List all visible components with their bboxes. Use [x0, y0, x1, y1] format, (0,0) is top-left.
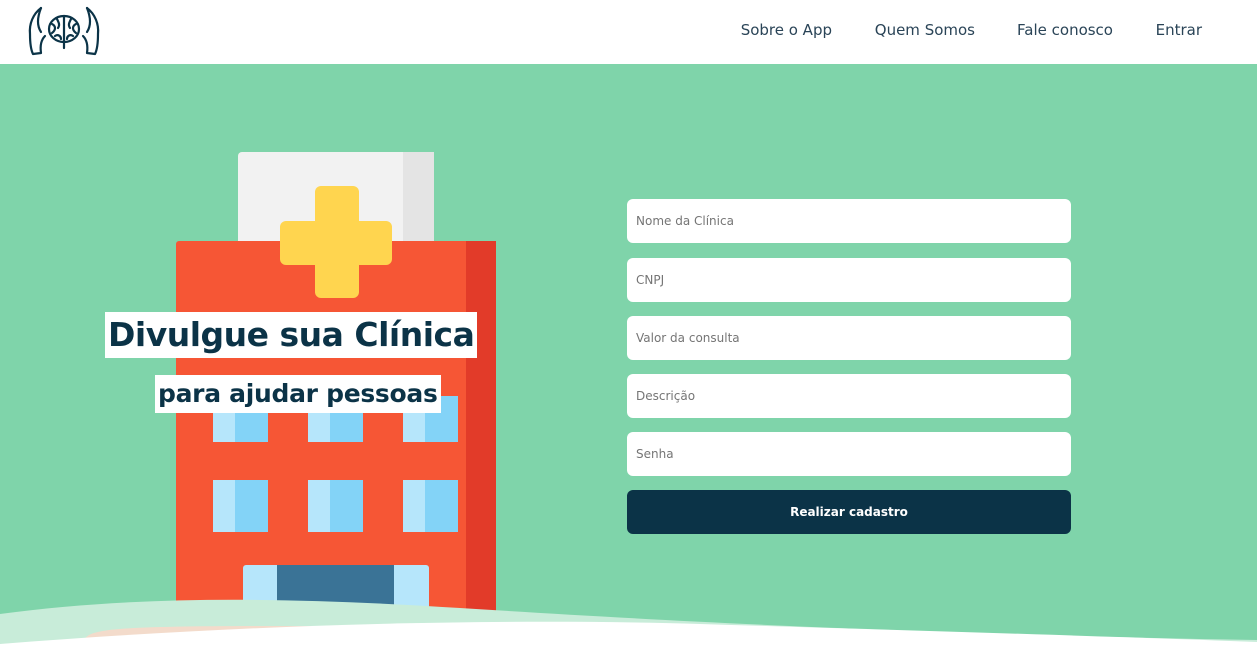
register-button[interactable]: Realizar cadastro [627, 490, 1071, 534]
cnpj-input[interactable] [627, 258, 1071, 302]
brain-hands-logo-icon[interactable] [27, 4, 101, 56]
nav-link-sobre-o-app[interactable]: Sobre o App [741, 21, 832, 39]
consultation-price-input[interactable] [627, 316, 1071, 360]
nav-link-fale-conosco[interactable]: Fale conosco [1017, 21, 1113, 39]
description-input[interactable] [627, 374, 1071, 418]
hero-headline: Divulgue sua Clínica [105, 312, 478, 358]
password-input[interactable] [627, 432, 1071, 476]
nav-link-quem-somos[interactable]: Quem Somos [875, 21, 975, 39]
hero-subheadline: para ajudar pessoas [155, 375, 441, 413]
clinic-name-input[interactable] [627, 199, 1071, 243]
navbar: Sobre o App Quem Somos Fale conosco Entr… [0, 0, 1257, 64]
bottom-wave-decoration [0, 599, 1257, 660]
nav-link-entrar[interactable]: Entrar [1156, 21, 1202, 39]
hero-section: Divulgue sua Clínica para ajudar pessoas… [0, 64, 1257, 660]
